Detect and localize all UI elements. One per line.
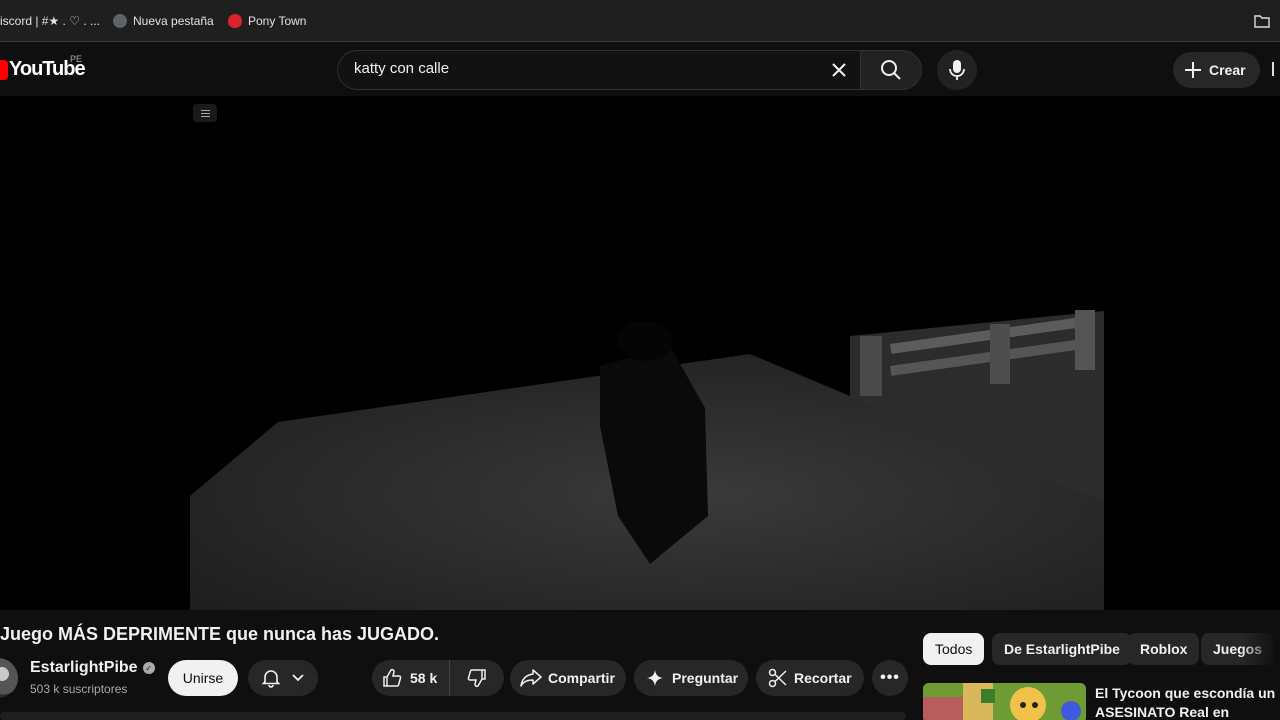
subscriber-count: 503 k suscriptores: [30, 682, 128, 696]
ask-button[interactable]: Preguntar: [634, 660, 748, 696]
create-button[interactable]: Crear: [1173, 52, 1260, 88]
voice-search-button[interactable]: [937, 50, 977, 90]
verified-icon: ✓: [142, 662, 155, 674]
bookmark-pony-town[interactable]: Pony Town: [228, 14, 306, 28]
thumbs-down-icon: [467, 669, 486, 688]
folder-icon[interactable]: [1254, 14, 1270, 28]
more-actions-button[interactable]: •••: [872, 660, 908, 696]
search-icon: [881, 60, 901, 80]
thumbs-up-icon: [383, 668, 402, 687]
menu-line: [200, 115, 210, 117]
ask-label: Preguntar: [672, 670, 739, 686]
globe-icon: [113, 14, 127, 28]
youtube-logo[interactable]: YouTube PE: [0, 54, 86, 81]
recommended-title[interactable]: El Tycoon que escondía un ASESINATO Real…: [1095, 684, 1280, 720]
thumbnail-image: [923, 683, 1086, 720]
scissors-icon: [768, 668, 787, 688]
close-icon: [832, 63, 846, 77]
create-label: Crear: [1209, 62, 1246, 78]
clear-search-button[interactable]: [824, 55, 854, 85]
like-button[interactable]: 58 k: [382, 660, 451, 696]
bookmark-label: iscord | #★ . ♡ . ...: [0, 14, 100, 28]
plus-icon: [1185, 62, 1201, 78]
description-box-edge: [0, 712, 906, 720]
video-player[interactable]: [0, 96, 1280, 610]
chip-from-channel[interactable]: De EstarlightPibe: [992, 633, 1132, 665]
chip-roblox[interactable]: Roblox: [1128, 633, 1200, 665]
chip-all[interactable]: Todos: [923, 633, 985, 665]
bell-icon: [261, 670, 281, 688]
dislike-button[interactable]: [450, 660, 504, 696]
share-button[interactable]: Compartir: [510, 660, 626, 696]
video-frame: [190, 310, 1104, 610]
youtube-header: YouTube PE Crear: [0, 42, 1280, 96]
join-button[interactable]: Unirse: [168, 660, 238, 696]
bookmarks-bar: iscord | #★ . ♡ . ... Nueva pestaña Pony…: [0, 0, 1280, 42]
youtube-play-icon: [0, 59, 8, 80]
search-input[interactable]: [354, 60, 814, 77]
menu-button[interactable]: [193, 104, 217, 122]
chevron-down-icon: [292, 674, 304, 682]
like-dislike-group: 58 k: [372, 660, 504, 696]
clip-label: Recortar: [794, 670, 852, 686]
more-icon: •••: [880, 669, 900, 686]
recommended-thumbnail[interactable]: [923, 683, 1086, 720]
microphone-icon: [949, 60, 965, 80]
share-icon: [520, 669, 542, 687]
subscription-bell-button[interactable]: [248, 660, 318, 696]
search-button[interactable]: [860, 50, 922, 90]
bookmark-discord[interactable]: iscord | #★ . ♡ . ...: [0, 14, 100, 28]
chip-scroll-fade: [1240, 630, 1280, 668]
menu-line: [200, 112, 210, 114]
channel-name-text: EstarlightPibe: [30, 659, 138, 676]
country-code: PE: [70, 54, 83, 64]
search-box: [337, 50, 860, 90]
channel-name[interactable]: EstarlightPibe ✓: [30, 659, 155, 677]
clip-button[interactable]: Recortar: [756, 660, 864, 696]
share-label: Compartir: [548, 670, 615, 686]
bookmark-new-tab[interactable]: Nueva pestaña: [113, 14, 214, 28]
sparkle-icon: [647, 670, 663, 686]
channel-avatar[interactable]: [0, 658, 18, 698]
notifications-icon[interactable]: [1272, 62, 1280, 76]
like-count: 58 k: [410, 670, 438, 686]
menu-line: [200, 109, 210, 111]
video-title: Juego MÁS DEPRIMENTE que nunca has JUGAD…: [0, 624, 440, 644]
bookmark-label: Nueva pestaña: [133, 14, 214, 28]
apple-icon: [228, 14, 242, 28]
bookmark-label: Pony Town: [248, 14, 307, 28]
